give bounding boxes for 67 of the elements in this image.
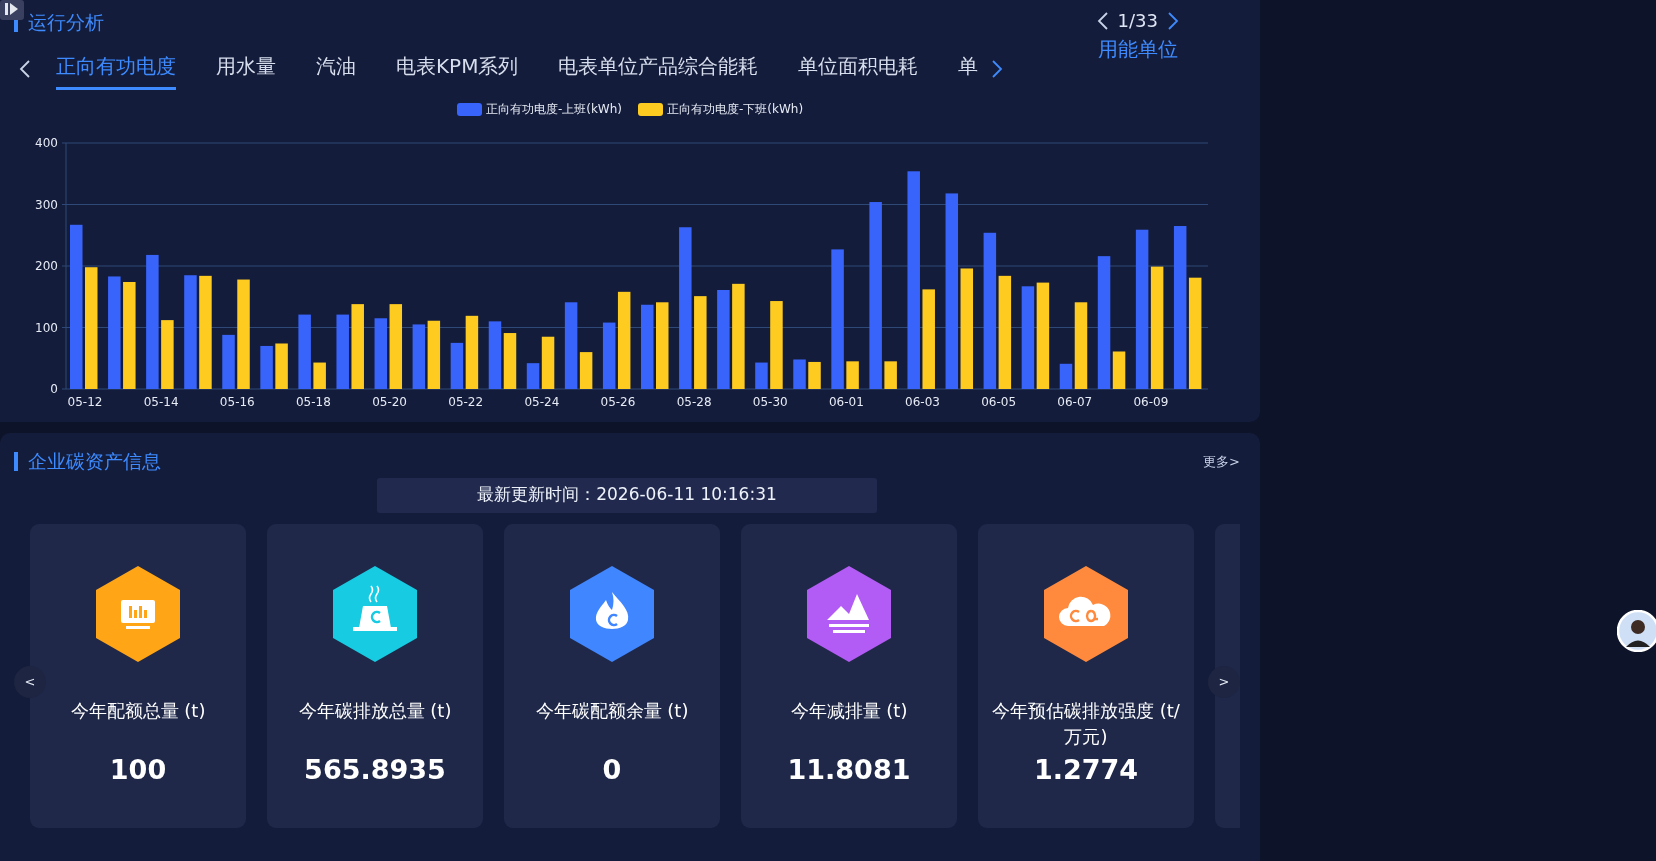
previous-icon[interactable] (1095, 10, 1110, 31)
section-title: 企业碳资产信息 (14, 452, 161, 472)
axis-label: 0 (50, 382, 58, 396)
axis-label: 400 (35, 136, 58, 150)
bar (427, 320, 441, 389)
tab[interactable]: 汽油 (316, 47, 356, 90)
axis-label: 05-26 (600, 395, 636, 409)
axis-label: 05-18 (296, 395, 331, 409)
bar (313, 362, 326, 389)
next-icon[interactable] (990, 58, 1005, 79)
bar (846, 361, 859, 389)
axis-label: 05-16 (219, 395, 255, 409)
bar (808, 361, 821, 389)
unit-link[interactable]: 用能单位 (1097, 34, 1178, 64)
card-value: 100 (109, 752, 167, 787)
axis-label: 05-14 (143, 395, 179, 409)
tab[interactable]: 用水量 (216, 47, 276, 90)
axis-label: 05-30 (752, 395, 788, 409)
tab[interactable]: 正向有功电度 (56, 47, 176, 90)
legend-label: 正向有功电度-下班(kWh) (667, 101, 804, 118)
bar (793, 359, 806, 389)
avatar[interactable] (1617, 610, 1656, 652)
card-label: 今年预估碳排放强度 (t/万元) (991, 698, 1181, 749)
axis-label: 05-12 (67, 395, 103, 409)
bar (884, 361, 897, 389)
update-time: 最新更新时间：2026-06-11 10:16:31 (377, 477, 877, 513)
page-counter: 1/33 (1117, 9, 1158, 33)
bar (412, 324, 426, 389)
legend-label: 正向有功电度-上班(kWh) (485, 101, 622, 118)
axis-label: 06-07 (1057, 395, 1093, 409)
legend-swatch[interactable] (456, 102, 482, 116)
axis-label: 06-05 (981, 395, 1017, 409)
card-value: 0 (602, 752, 622, 787)
card-label: 今年配额总量 (t) (69, 698, 207, 723)
axis-label: 05-24 (524, 395, 560, 409)
card-value: 11.8081 (787, 752, 911, 787)
card-label: 今年碳配额余量 (t) (534, 698, 690, 723)
tab[interactable]: 单位面积电耗 (798, 47, 919, 90)
tab[interactable]: 电表单位产品综合能耗 (558, 47, 759, 90)
bar (755, 362, 768, 389)
axis-label: 300 (35, 197, 58, 212)
card-value: 565.8935 (304, 752, 446, 787)
bar (488, 321, 502, 389)
next-icon[interactable] (1166, 10, 1180, 31)
card-value: 1.2774 (1033, 752, 1139, 787)
axis-label: 06-03 (905, 395, 940, 409)
bar (161, 320, 174, 389)
bar (260, 345, 273, 389)
card-label: 今年碳排放总量 (t) (297, 698, 453, 723)
play-icon[interactable] (0, 0, 24, 20)
previous-icon[interactable] (18, 58, 32, 79)
axis-label: 100 (35, 320, 58, 335)
more-link[interactable]: 更多> (1203, 452, 1240, 472)
bar (275, 343, 288, 389)
axis-label: 06-01 (828, 395, 864, 409)
axis-label: 200 (35, 259, 58, 273)
axis-label: 05-28 (676, 395, 712, 409)
tab[interactable]: 单 (958, 47, 979, 90)
axis-label: 05-22 (448, 395, 484, 409)
legend-swatch[interactable] (638, 102, 663, 116)
card-label: 今年减排量 (t) (789, 698, 909, 723)
axis-label: 06-09 (1133, 395, 1169, 409)
bar (503, 333, 517, 389)
bar (222, 334, 235, 389)
bar (374, 318, 388, 389)
axis-label: 05-20 (372, 395, 407, 409)
tab[interactable]: 电表KPM系列 (396, 47, 519, 90)
